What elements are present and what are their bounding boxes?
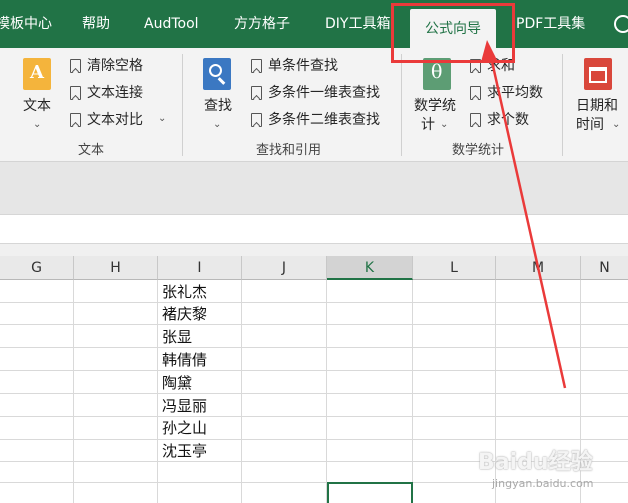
watermark-logo: Baidu经验 [478, 450, 593, 475]
annotation-arrow [481, 40, 567, 389]
watermark-url: jingyan.baidu.com [492, 477, 594, 490]
